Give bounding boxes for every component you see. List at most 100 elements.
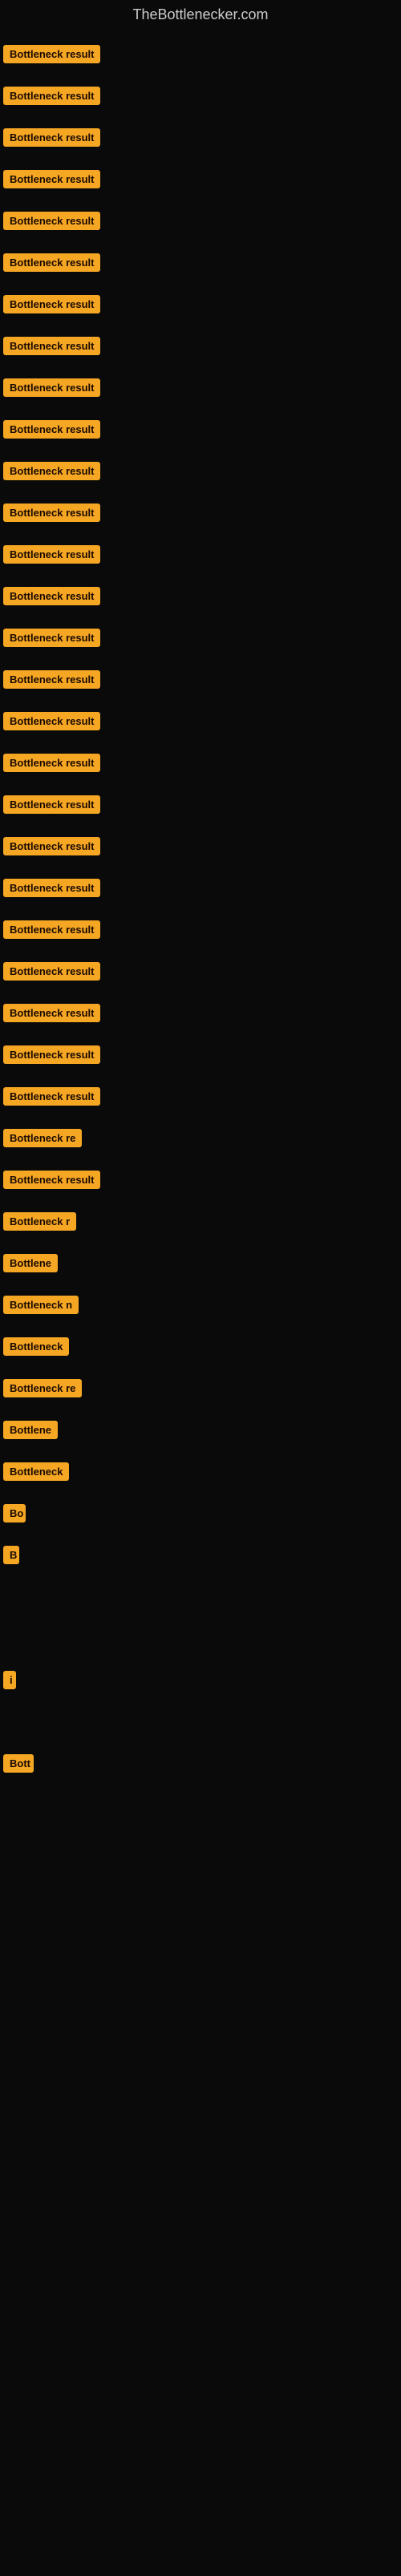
bottleneck-row: Bottleneck result bbox=[0, 116, 401, 158]
bottleneck-row: Bottleneck re bbox=[0, 1367, 401, 1409]
bottleneck-row: Bottleneck result bbox=[0, 283, 401, 325]
bottleneck-result-label: Bott bbox=[3, 1754, 34, 1773]
bottleneck-result-label: Bottleneck result bbox=[3, 879, 100, 897]
bottleneck-row bbox=[0, 2242, 401, 2284]
bottleneck-row bbox=[0, 2493, 401, 2534]
bottleneck-row bbox=[0, 1575, 401, 1617]
bottleneck-result-label: Bottleneck result bbox=[3, 962, 100, 981]
bottleneck-row: Bottleneck bbox=[0, 1450, 401, 1492]
bottleneck-row: Bottleneck result bbox=[0, 950, 401, 992]
bottleneck-result-label: Bottleneck result bbox=[3, 795, 100, 814]
bottleneck-row bbox=[0, 1826, 401, 1867]
bottleneck-row bbox=[0, 2117, 401, 2159]
bottleneck-row: Bottleneck result bbox=[0, 575, 401, 617]
bottleneck-result-label: Bottleneck r bbox=[3, 1212, 76, 1231]
bottleneck-result-label: Bottleneck result bbox=[3, 920, 100, 939]
bottleneck-row: B bbox=[0, 1534, 401, 1575]
bottleneck-result-label: i bbox=[3, 1671, 16, 1689]
bottleneck-row bbox=[0, 1784, 401, 1826]
bottleneck-row: Bottleneck result bbox=[0, 742, 401, 783]
bottleneck-result-label: Bottleneck result bbox=[3, 712, 100, 730]
bottleneck-row: Bottleneck result bbox=[0, 158, 401, 200]
bottleneck-row: Bottleneck result bbox=[0, 366, 401, 408]
bottleneck-row bbox=[0, 2534, 401, 2576]
bottleneck-result-label: Bottleneck result bbox=[3, 754, 100, 772]
bottleneck-result-label: Bottleneck result bbox=[3, 1087, 100, 1106]
bottleneck-result-label: B bbox=[3, 1546, 19, 1564]
bottleneck-result-label: Bottleneck result bbox=[3, 1045, 100, 1064]
bottleneck-result-label: Bottleneck result bbox=[3, 87, 100, 105]
bottleneck-row bbox=[0, 2284, 401, 2326]
bottleneck-row: i bbox=[0, 1659, 401, 1700]
bottleneck-row: Bottleneck result bbox=[0, 617, 401, 658]
bottleneck-result-label: Bottleneck re bbox=[3, 1379, 82, 1397]
bottleneck-result-label: Bottleneck result bbox=[3, 670, 100, 689]
bottleneck-result-label: Bottleneck result bbox=[3, 170, 100, 188]
bottleneck-result-label: Bottlene bbox=[3, 1254, 58, 1272]
bottleneck-row bbox=[0, 2034, 401, 2076]
bottleneck-row bbox=[0, 1867, 401, 1909]
bottleneck-row: Bottleneck result bbox=[0, 867, 401, 908]
bottleneck-result-label: Bottleneck result bbox=[3, 545, 100, 564]
site-title: TheBottlenecker.com bbox=[0, 0, 401, 33]
bottleneck-result-label: Bottleneck result bbox=[3, 837, 100, 855]
bottleneck-row: Bottleneck result bbox=[0, 408, 401, 450]
bottleneck-row: Bottleneck r bbox=[0, 1200, 401, 1242]
bottleneck-result-label: Bottleneck result bbox=[3, 337, 100, 355]
bottleneck-row bbox=[0, 1909, 401, 1951]
bottleneck-row: Bott bbox=[0, 1742, 401, 1784]
bottleneck-result-label: Bottleneck result bbox=[3, 420, 100, 439]
bottleneck-row bbox=[0, 2159, 401, 2201]
bottleneck-row: Bottleneck bbox=[0, 1325, 401, 1367]
bottleneck-row: Bottleneck n bbox=[0, 1284, 401, 1325]
bottleneck-row: Bottleneck result bbox=[0, 825, 401, 867]
bottleneck-result-label: Bottleneck bbox=[3, 1462, 69, 1481]
bottleneck-row bbox=[0, 2076, 401, 2117]
bottleneck-row: Bo bbox=[0, 1492, 401, 1534]
bottleneck-result-label: Bottleneck result bbox=[3, 253, 100, 272]
bottleneck-result-label: Bottleneck result bbox=[3, 295, 100, 313]
bottleneck-result-label: Bottleneck result bbox=[3, 378, 100, 397]
bottleneck-result-label: Bottleneck result bbox=[3, 1004, 100, 1022]
bottleneck-row: Bottleneck result bbox=[0, 533, 401, 575]
bottleneck-result-label: Bottleneck result bbox=[3, 45, 100, 63]
bottleneck-result-label: Bottleneck result bbox=[3, 128, 100, 147]
bottleneck-row: Bottleneck result bbox=[0, 783, 401, 825]
bottleneck-row: Bottleneck result bbox=[0, 33, 401, 75]
bottleneck-row: Bottleneck result bbox=[0, 1075, 401, 1117]
bottleneck-result-label: Bottleneck result bbox=[3, 462, 100, 480]
bottleneck-row bbox=[0, 2409, 401, 2451]
bottleneck-row bbox=[0, 2326, 401, 2368]
bottleneck-result-label: Bottleneck n bbox=[3, 1296, 79, 1314]
bottleneck-row bbox=[0, 2201, 401, 2242]
bottleneck-row: Bottleneck result bbox=[0, 325, 401, 366]
bottleneck-result-label: Bottleneck result bbox=[3, 629, 100, 647]
bottleneck-result-label: Bottleneck result bbox=[3, 212, 100, 230]
bottleneck-row bbox=[0, 2368, 401, 2409]
bottleneck-row bbox=[0, 2451, 401, 2493]
bottleneck-row: Bottleneck re bbox=[0, 1117, 401, 1159]
bottleneck-result-label: Bottleneck result bbox=[3, 587, 100, 605]
bottleneck-row: Bottleneck result bbox=[0, 992, 401, 1033]
bottleneck-row: Bottlene bbox=[0, 1242, 401, 1284]
bottleneck-row bbox=[0, 1951, 401, 1992]
bottleneck-result-label: Bottleneck bbox=[3, 1337, 69, 1356]
bottleneck-result-label: Bo bbox=[3, 1504, 26, 1523]
bottleneck-result-label: Bottleneck result bbox=[3, 1171, 100, 1189]
bottleneck-row: Bottleneck result bbox=[0, 491, 401, 533]
bottleneck-row: Bottleneck result bbox=[0, 200, 401, 241]
bottleneck-row: Bottleneck result bbox=[0, 1159, 401, 1200]
bottleneck-row: Bottleneck result bbox=[0, 658, 401, 700]
bottleneck-row bbox=[0, 1617, 401, 1659]
bottleneck-row: Bottlene bbox=[0, 1409, 401, 1450]
bottleneck-row: Bottleneck result bbox=[0, 450, 401, 491]
bottleneck-row: Bottleneck result bbox=[0, 75, 401, 116]
bottleneck-row: Bottleneck result bbox=[0, 908, 401, 950]
bottleneck-row: Bottleneck result bbox=[0, 700, 401, 742]
bottleneck-row bbox=[0, 1700, 401, 1742]
bottleneck-row: Bottleneck result bbox=[0, 241, 401, 283]
bottleneck-result-label: Bottleneck result bbox=[3, 503, 100, 522]
bottleneck-row bbox=[0, 1992, 401, 2034]
bottleneck-result-label: Bottlene bbox=[3, 1421, 58, 1439]
bottleneck-result-label: Bottleneck re bbox=[3, 1129, 82, 1147]
